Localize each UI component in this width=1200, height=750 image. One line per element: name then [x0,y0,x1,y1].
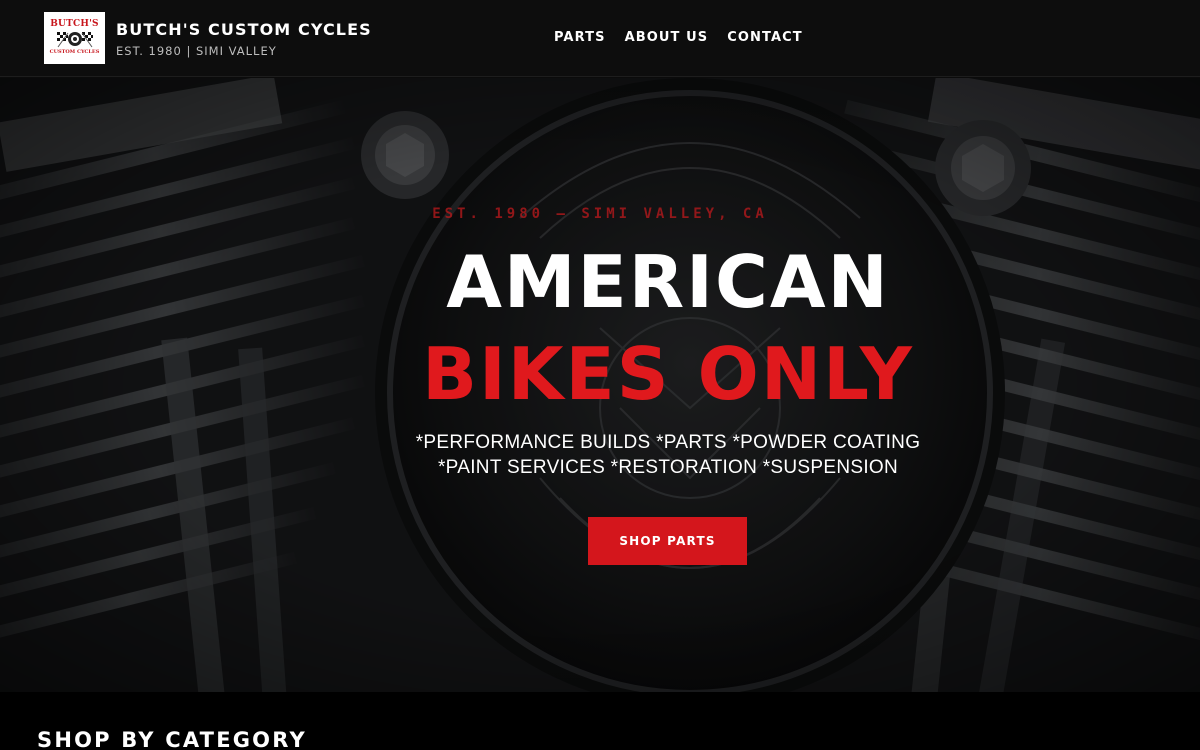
section-title: SHOP BY CATEGORY [37,728,307,750]
hero-eyebrow: EST. 1980 — SIMI VALLEY, CA [432,206,768,222]
main-nav: PARTS ABOUT US CONTACT [554,30,803,45]
shop-parts-button[interactable]: SHOP PARTS [588,517,747,565]
nav-about-us[interactable]: ABOUT US [625,30,709,45]
nav-contact[interactable]: CONTACT [727,30,803,45]
brand-block[interactable]: BUTCH'S CUSTOM CYCLES EST. 1980 | SIMI V… [116,20,372,58]
hero-title-line-2: BIKES ONLY [422,332,914,416]
site-header: BUTCH'S CUSTOM CYCLES BUTCH'S CUSTOM CYC… [0,0,1200,77]
hero-content: EST. 1980 — SIMI VALLEY, CA AMERICAN BIK… [0,78,1200,692]
hero-title-line-1: AMERICAN [446,240,890,324]
brand-name: BUTCH'S CUSTOM CYCLES [116,20,372,39]
shop-by-category-section: SHOP BY CATEGORY [0,692,1200,750]
logo-seal-top: BUTCH'S [50,19,99,29]
nav-parts[interactable]: PARTS [554,30,606,45]
checkered-flags-icon [56,32,93,48]
brand-logo[interactable]: BUTCH'S CUSTOM CYCLES [44,12,105,64]
hero-banner: EST. 1980 — SIMI VALLEY, CA AMERICAN BIK… [0,78,1200,692]
hero-services-tagline: *PERFORMANCE BUILDS *PARTS *POWDER COATI… [415,432,921,478]
brand-tagline: EST. 1980 | SIMI VALLEY [116,44,277,58]
logo-seal-bottom: CUSTOM CYCLES [49,49,100,55]
